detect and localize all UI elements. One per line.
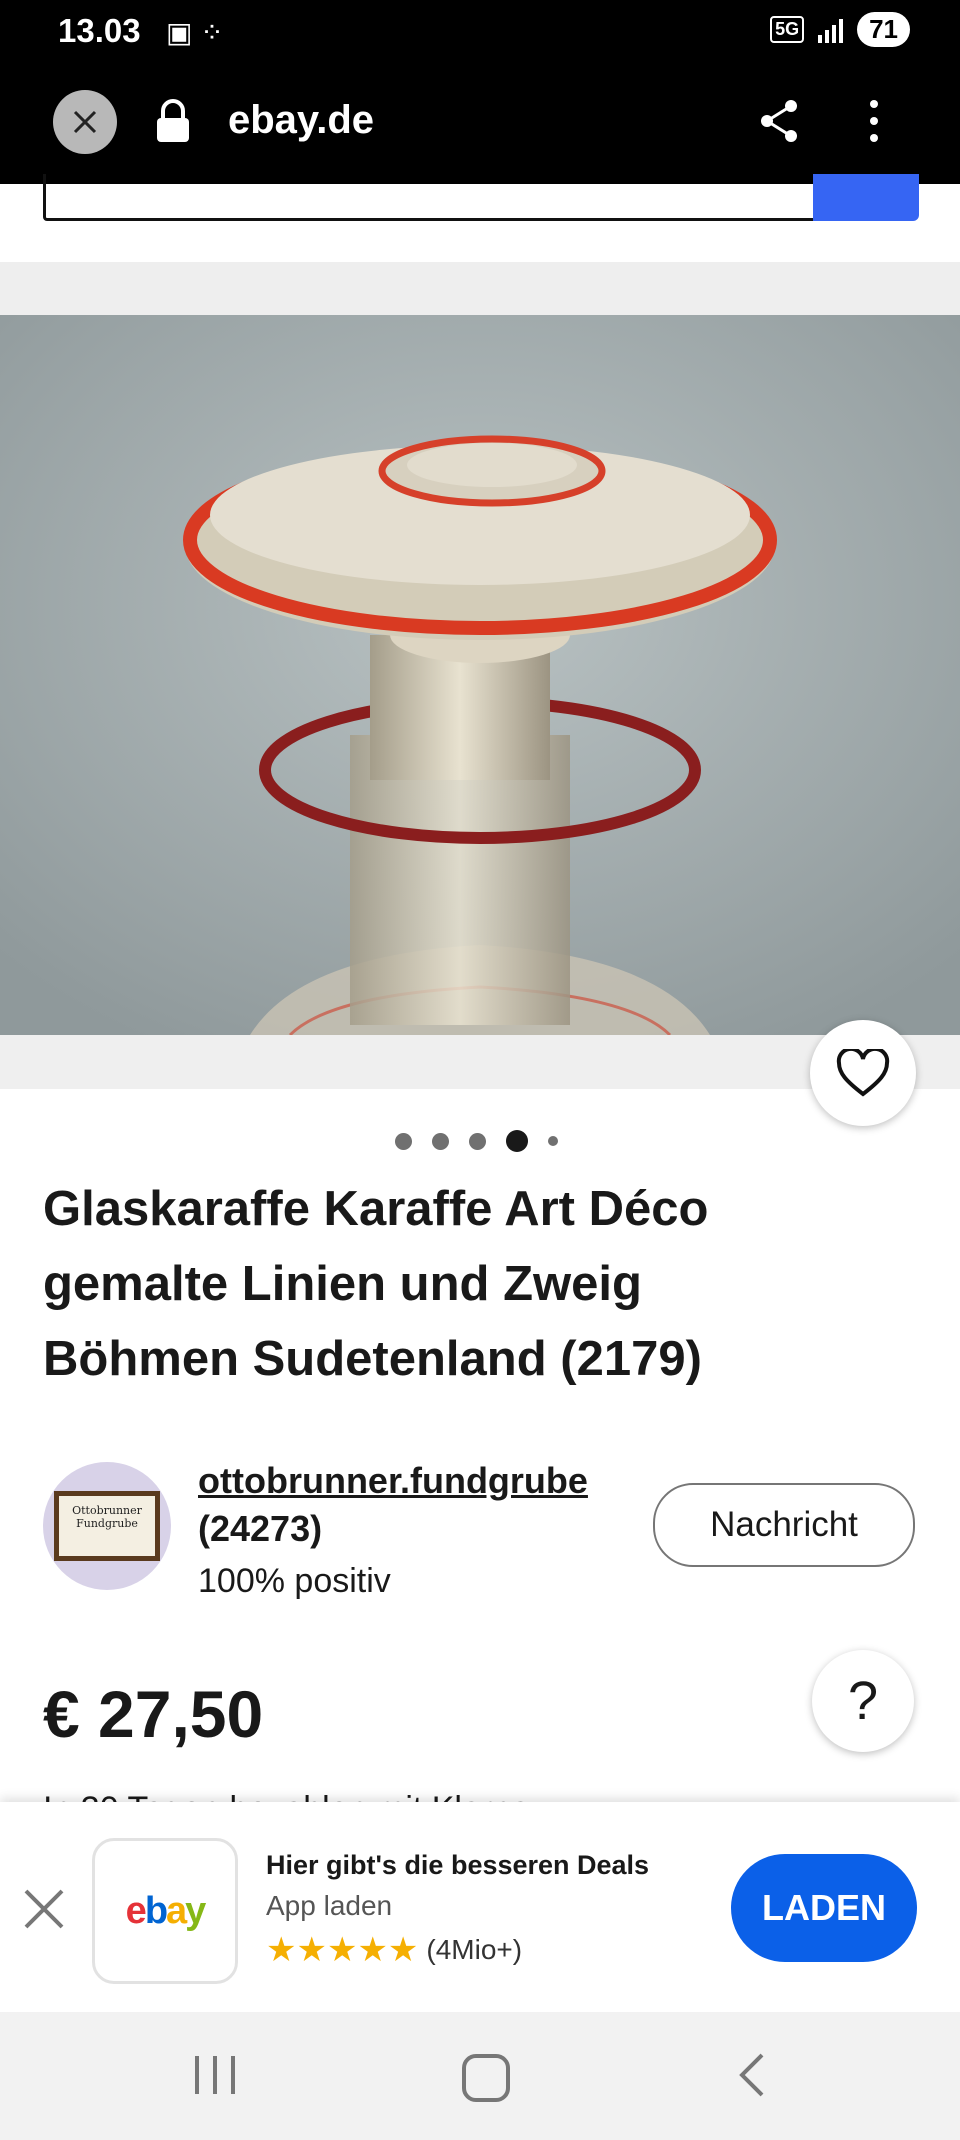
listing-title: Glaskaraffe Karaffe Art Déco gemalte Lin…: [43, 1182, 709, 1386]
banner-subtitle: App laden: [266, 1890, 393, 1921]
battery-icon: 71: [857, 12, 910, 47]
message-seller-button[interactable]: Nachricht: [653, 1483, 915, 1567]
browser-toolbar: ebay.de: [0, 68, 960, 184]
back-icon[interactable]: [736, 2052, 766, 2103]
seller-avatar-logo: Ottobrunner Fundgrube: [54, 1491, 160, 1561]
system-nav-bar: [0, 2012, 960, 2140]
logo-letter-e: e: [125, 1889, 147, 1932]
app-download-banner: ebay Hier gibt's die besseren Deals App …: [0, 1802, 960, 2014]
seller-rating: 100% positiv: [198, 1562, 391, 1600]
notification-icons: ▣ ⁘: [166, 17, 224, 48]
url-domain[interactable]: ebay.de: [228, 98, 374, 143]
logo-letter-y: y: [185, 1889, 206, 1932]
seller-feedback-count: (24273): [198, 1508, 323, 1549]
status-bar: 13.03 ▣ ⁘ 5G 71: [0, 0, 960, 68]
gallery-top-band: [0, 262, 960, 315]
status-right: 5G 71: [770, 12, 910, 47]
signal-icon: [818, 17, 844, 43]
seller-info: Ottobrunner Fundgrube ottobrunner.fundgr…: [43, 1460, 923, 1600]
pagination-dot[interactable]: [432, 1132, 449, 1150]
listing-price: € 27,50: [43, 1677, 264, 1751]
logo-letter-a: a: [166, 1889, 187, 1932]
image-pagination: [395, 1130, 558, 1152]
app-rating: ★★★★★ (4Mio+): [266, 1930, 522, 1970]
more-menu-icon[interactable]: [868, 98, 880, 149]
pagination-dot-active[interactable]: [506, 1130, 528, 1152]
pagination-dot[interactable]: [548, 1136, 558, 1146]
pagination-dot[interactable]: [469, 1132, 486, 1150]
home-icon[interactable]: [462, 2054, 510, 2102]
pagination-dot[interactable]: [395, 1132, 412, 1150]
search-input[interactable]: [43, 174, 819, 221]
banner-close-button[interactable]: [22, 1887, 66, 1936]
logo-letter-b: b: [144, 1889, 168, 1932]
heart-icon: [836, 1049, 890, 1097]
help-button[interactable]: ?: [812, 1650, 914, 1752]
load-app-button[interactable]: LADEN: [731, 1854, 917, 1962]
seller-avatar[interactable]: Ottobrunner Fundgrube: [43, 1462, 171, 1590]
close-tab-button[interactable]: [53, 90, 117, 154]
ebay-app-icon[interactable]: ebay: [92, 1838, 238, 1984]
status-time: 13.03: [58, 12, 141, 49]
network-icon: 5G: [770, 16, 805, 43]
add-to-watchlist-button[interactable]: [810, 1020, 916, 1126]
lock-icon[interactable]: [155, 98, 191, 149]
rating-count: (4Mio+): [426, 1934, 523, 1965]
close-icon: [73, 110, 97, 134]
banner-title: Hier gibt's die besseren Deals: [266, 1850, 650, 1880]
close-icon: [24, 1889, 64, 1929]
recent-apps-icon[interactable]: [195, 2056, 235, 2094]
search-area: [0, 174, 960, 262]
product-image[interactable]: [0, 315, 960, 1035]
star-rating-icons: ★★★★★: [266, 1931, 419, 1969]
search-button[interactable]: [813, 174, 919, 221]
seller-name-link[interactable]: ottobrunner.fundgrube: [198, 1460, 588, 1502]
share-icon[interactable]: [757, 98, 801, 149]
